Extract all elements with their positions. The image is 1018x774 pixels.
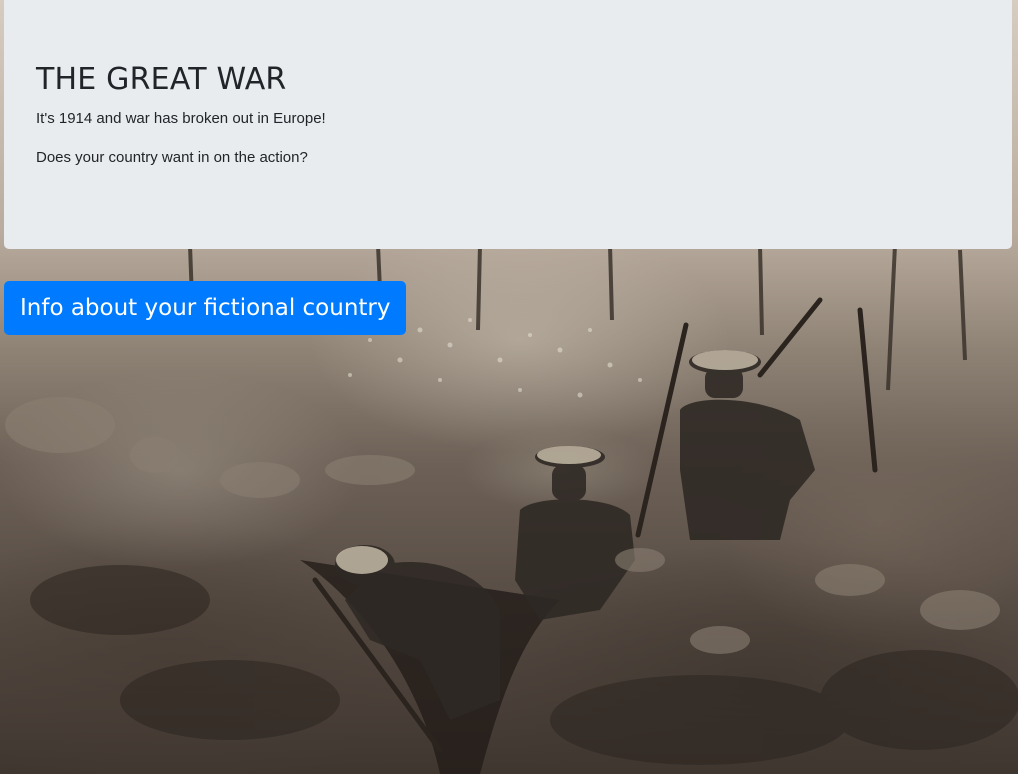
jumbotron-panel: THE GREAT WAR It's 1914 and war has brok…: [4, 0, 1012, 249]
info-country-button[interactable]: Info about your fictional country: [4, 281, 407, 335]
intro-text: It's 1914 and war has broken out in Euro…: [36, 110, 326, 127]
page: THE GREAT WAR It's 1914 and war has brok…: [0, 0, 1018, 774]
page-title: THE GREAT WAR: [36, 62, 287, 97]
question-text: Does your country want in on the action?: [36, 148, 308, 166]
